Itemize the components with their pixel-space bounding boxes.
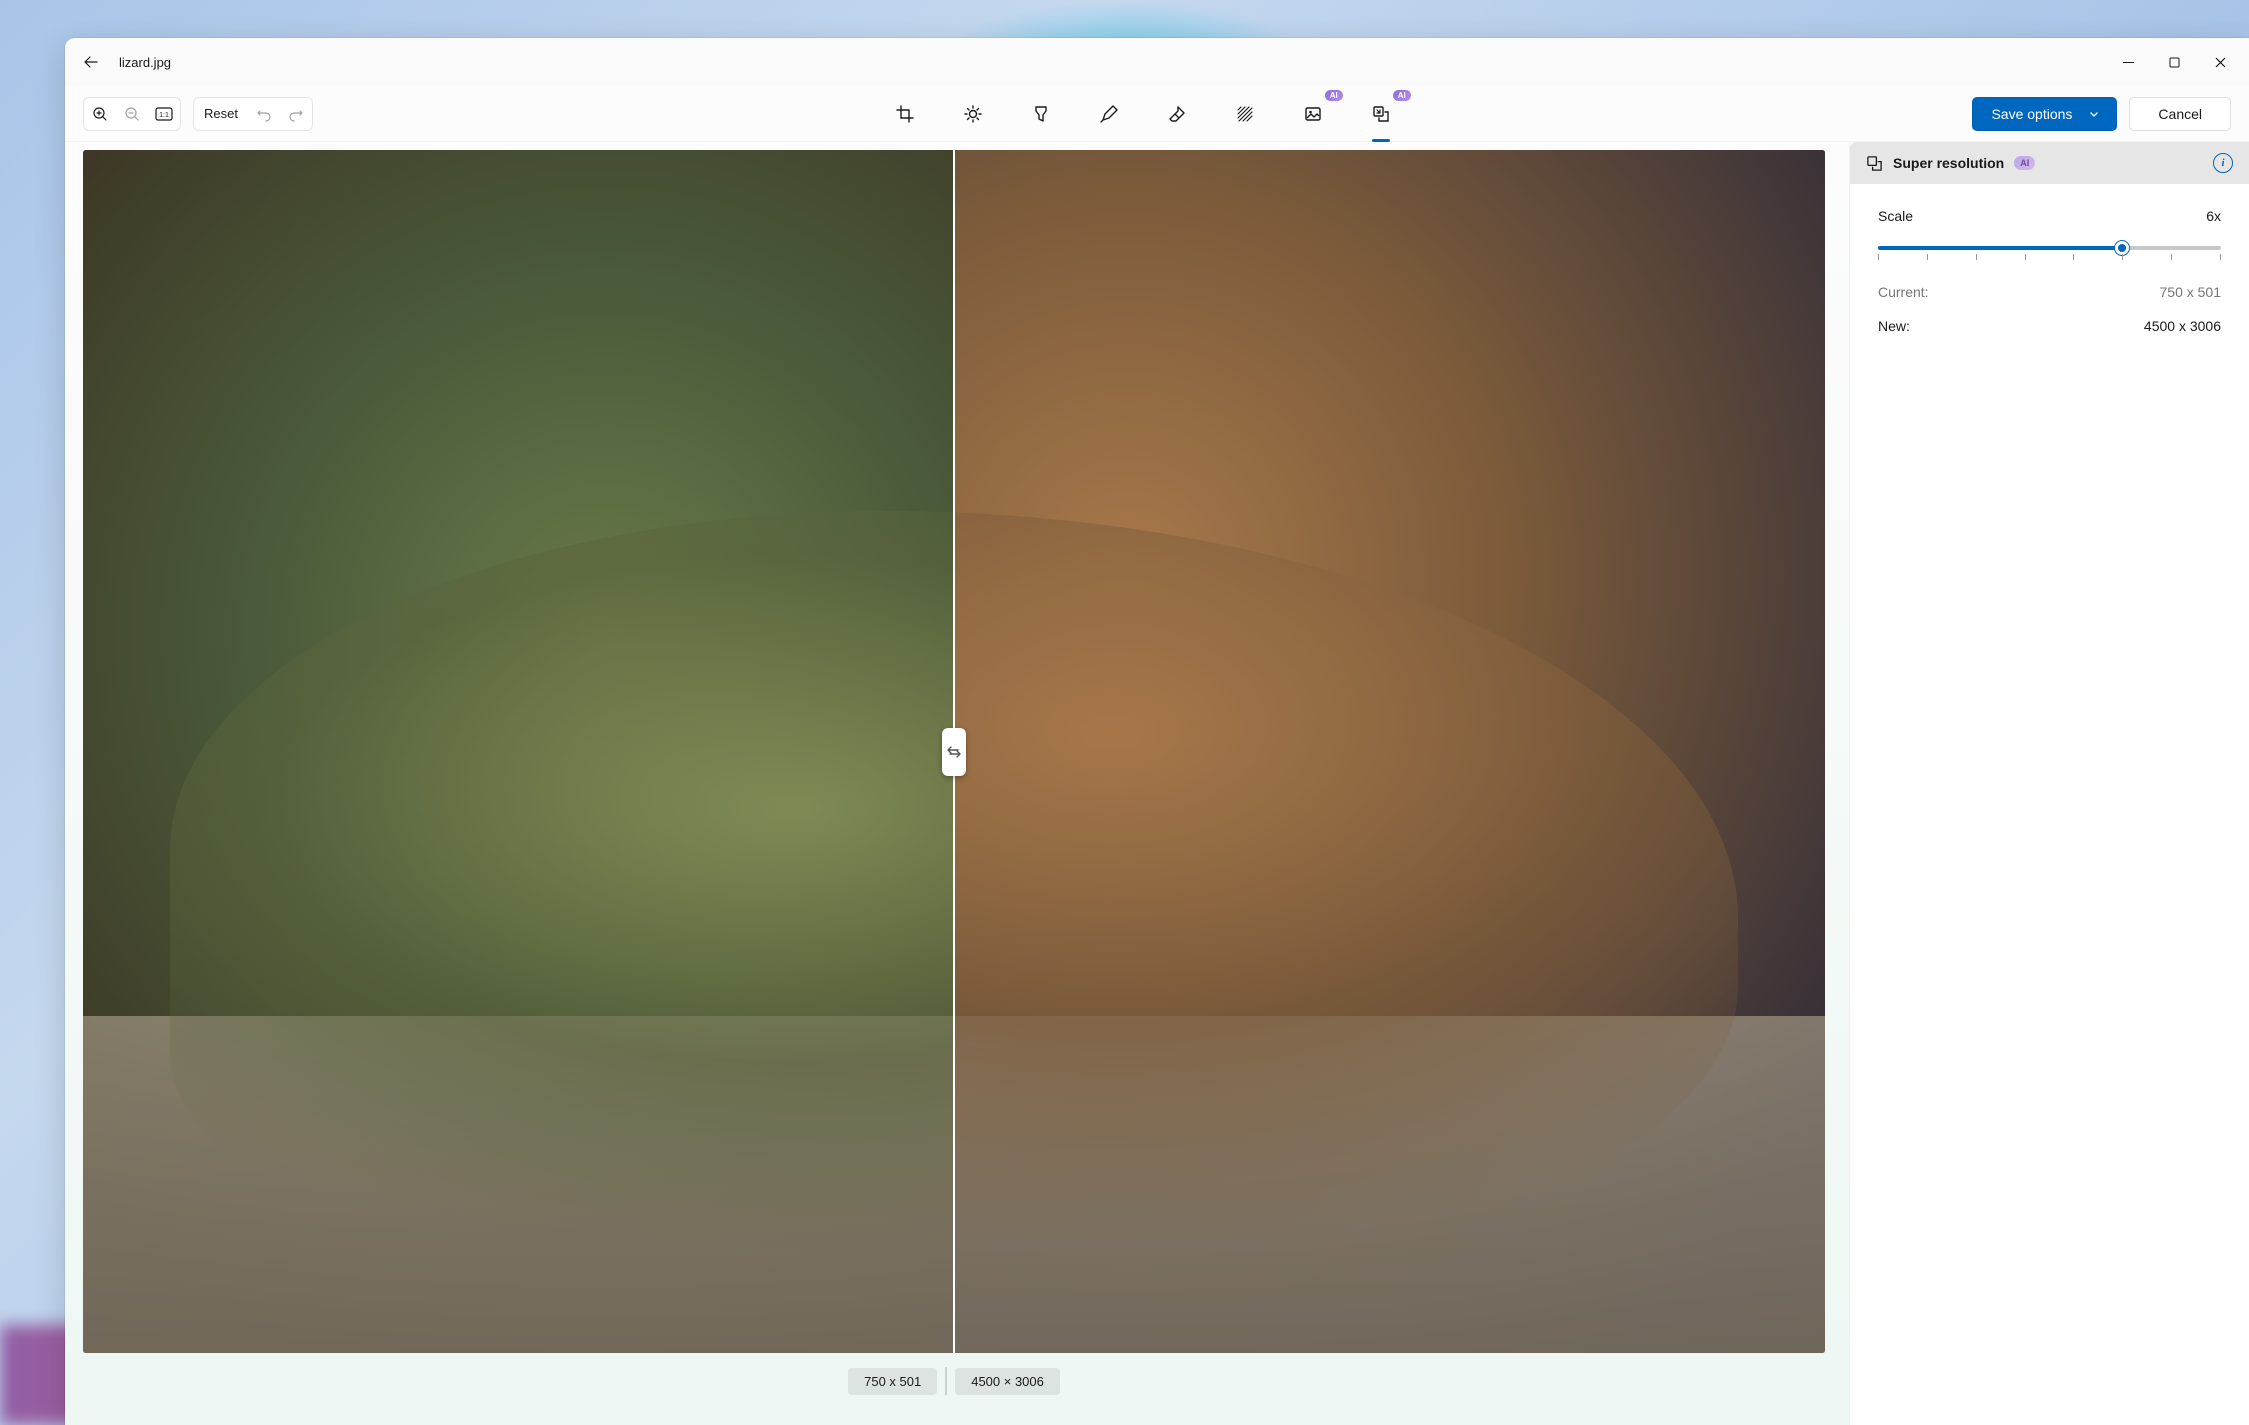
svg-text:1:1: 1:1: [159, 112, 169, 119]
close-icon: [2215, 57, 2226, 68]
background-tool[interactable]: [1223, 94, 1267, 134]
zoom-out-button[interactable]: [116, 98, 148, 130]
maximize-icon: [2169, 57, 2180, 68]
filename-label: lizard.jpg: [119, 55, 171, 70]
ai-badge: AI: [1393, 90, 1411, 101]
minimize-icon: [2123, 57, 2134, 68]
minimize-button[interactable]: [2105, 46, 2151, 78]
image-compare[interactable]: [83, 150, 1825, 1353]
current-size-row: Current: 750 x 501: [1878, 284, 2221, 300]
scale-value: 6x: [2206, 208, 2221, 224]
brightness-icon: [964, 105, 982, 123]
photos-editor-window: lizard.jpg 1:1 Re: [65, 38, 2249, 1425]
scale-label: Scale: [1878, 208, 1913, 224]
generative-erase-tool[interactable]: AI: [1291, 94, 1335, 134]
slider-fill: [1878, 246, 2122, 250]
new-size-row: New: 4500 x 3006: [1878, 318, 2221, 334]
canvas-area: 750 x 501 4500 × 3006: [65, 142, 1849, 1425]
save-options-button[interactable]: Save options: [1972, 97, 2117, 131]
background-icon: [1236, 105, 1254, 123]
crop-tool[interactable]: [883, 94, 927, 134]
eraser-icon: [1168, 105, 1186, 123]
image-ai-icon: [1304, 105, 1322, 123]
zoom-group: 1:1: [83, 97, 181, 131]
undo-button[interactable]: [248, 98, 280, 130]
original-dimensions: 750 x 501: [848, 1368, 937, 1395]
super-resolution-icon: [1372, 105, 1390, 123]
undo-icon: [256, 106, 272, 122]
adjust-tool[interactable]: [951, 94, 995, 134]
maximize-button[interactable]: [2151, 46, 2197, 78]
markup-tool[interactable]: [1087, 94, 1131, 134]
slider-ticks: [1878, 254, 2221, 260]
actual-size-icon: 1:1: [155, 107, 173, 121]
super-resolution-icon: [1866, 155, 1883, 172]
zoom-in-icon: [92, 106, 108, 122]
compare-handle[interactable]: [942, 728, 966, 776]
window-controls: [2105, 46, 2243, 78]
zoom-actual-button[interactable]: 1:1: [148, 98, 180, 130]
zoom-out-icon: [124, 106, 140, 122]
panel-body: Scale 6x Current: 750 x 501 New:: [1850, 184, 2249, 358]
panel-title: Super resolution: [1893, 155, 2004, 171]
new-dimensions: 4500 × 3006: [955, 1368, 1060, 1395]
crop-icon: [896, 105, 914, 123]
redo-button[interactable]: [280, 98, 312, 130]
toolbar: 1:1 Reset: [65, 86, 2249, 142]
filter-tool[interactable]: [1019, 94, 1063, 134]
close-button[interactable]: [2197, 46, 2243, 78]
super-resolution-tool[interactable]: AI: [1359, 94, 1403, 134]
reset-button[interactable]: Reset: [194, 98, 248, 130]
dimension-labels: 750 x 501 4500 × 3006: [83, 1361, 1825, 1401]
new-value: 4500 x 3006: [2144, 318, 2221, 334]
cancel-button-label: Cancel: [2158, 106, 2202, 122]
history-group: Reset: [193, 97, 313, 131]
titlebar: lizard.jpg: [65, 38, 2249, 86]
slider-thumb[interactable]: [2115, 241, 2129, 255]
side-panel: Super resolution AI i Scale 6x: [1849, 142, 2249, 1425]
ai-badge: AI: [1325, 90, 1343, 101]
pen-icon: [1100, 105, 1118, 123]
erase-tool[interactable]: [1155, 94, 1199, 134]
ai-badge: AI: [2014, 156, 2035, 170]
compare-slider[interactable]: [953, 150, 955, 1353]
dimension-separator: [945, 1367, 947, 1395]
current-label: Current:: [1878, 284, 1929, 300]
redo-icon: [288, 106, 304, 122]
zoom-in-button[interactable]: [84, 98, 116, 130]
save-button-label: Save options: [1991, 106, 2072, 122]
content-area: 750 x 501 4500 × 3006 Super resolution A…: [65, 142, 2249, 1425]
back-button[interactable]: [71, 44, 111, 80]
swap-icon: [947, 744, 961, 760]
panel-header: Super resolution AI i: [1850, 142, 2249, 184]
chevron-down-icon: [2088, 108, 2100, 120]
filter-icon: [1033, 105, 1049, 123]
info-button[interactable]: i: [2213, 153, 2233, 173]
new-label: New:: [1878, 318, 1910, 334]
scale-slider[interactable]: [1878, 236, 2221, 260]
current-value: 750 x 501: [2160, 284, 2222, 300]
arrow-left-icon: [83, 54, 99, 70]
cancel-button[interactable]: Cancel: [2129, 97, 2231, 131]
edit-tools: AI AI: [883, 94, 1403, 134]
